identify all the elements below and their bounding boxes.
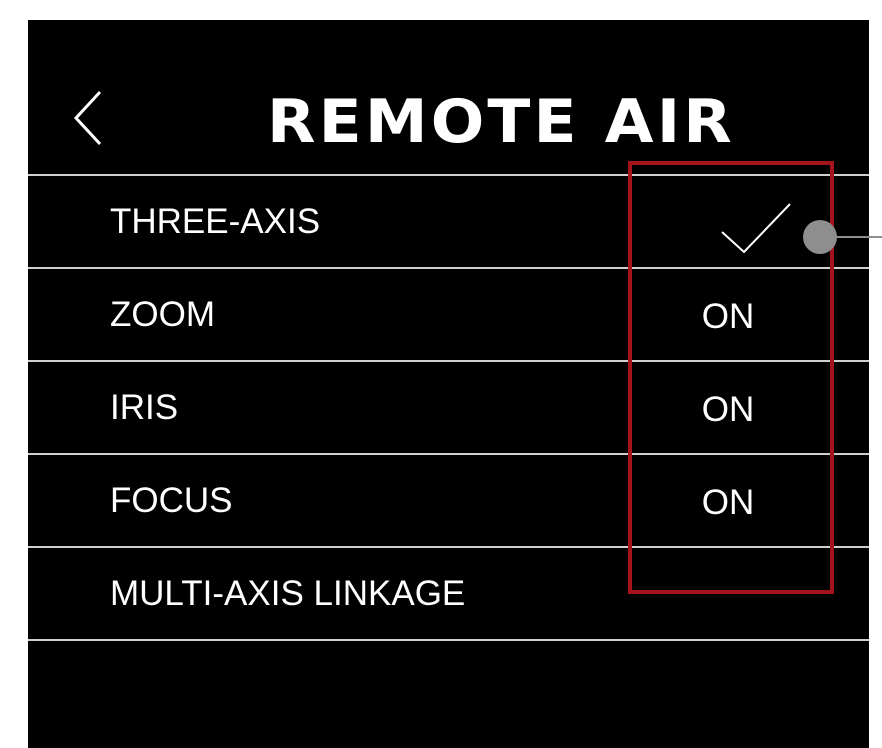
checkmark-icon[interactable] (718, 200, 794, 256)
callout-line (830, 236, 882, 238)
menu-item-zoom[interactable]: ZOOM ON (28, 269, 869, 362)
menu-item-label: FOCUS (110, 481, 233, 520)
menu-item-label: ZOOM (110, 295, 215, 334)
menu-item-value[interactable]: ON (628, 455, 828, 551)
menu-item-three-axis[interactable]: THREE-AXIS (28, 176, 869, 269)
menu-item-iris[interactable]: IRIS ON (28, 362, 869, 455)
app-screen: REMOTE AIR THREE-AXIS ZOOM ON IRIS ON FO… (28, 20, 869, 748)
menu-item-value[interactable]: ON (628, 362, 828, 458)
menu-item-value[interactable]: ON (628, 269, 828, 365)
settings-menu: THREE-AXIS ZOOM ON IRIS ON FOCUS ON MULT… (28, 174, 869, 641)
menu-item-label: MULTI-AXIS LINKAGE (110, 574, 466, 613)
menu-item-label: THREE-AXIS (110, 202, 321, 241)
page-title: REMOTE AIR (267, 87, 735, 157)
menu-item-multi-axis-linkage[interactable]: MULTI-AXIS LINKAGE (28, 548, 869, 641)
menu-item-focus[interactable]: FOCUS ON (28, 455, 869, 548)
menu-item-label: IRIS (110, 388, 179, 427)
